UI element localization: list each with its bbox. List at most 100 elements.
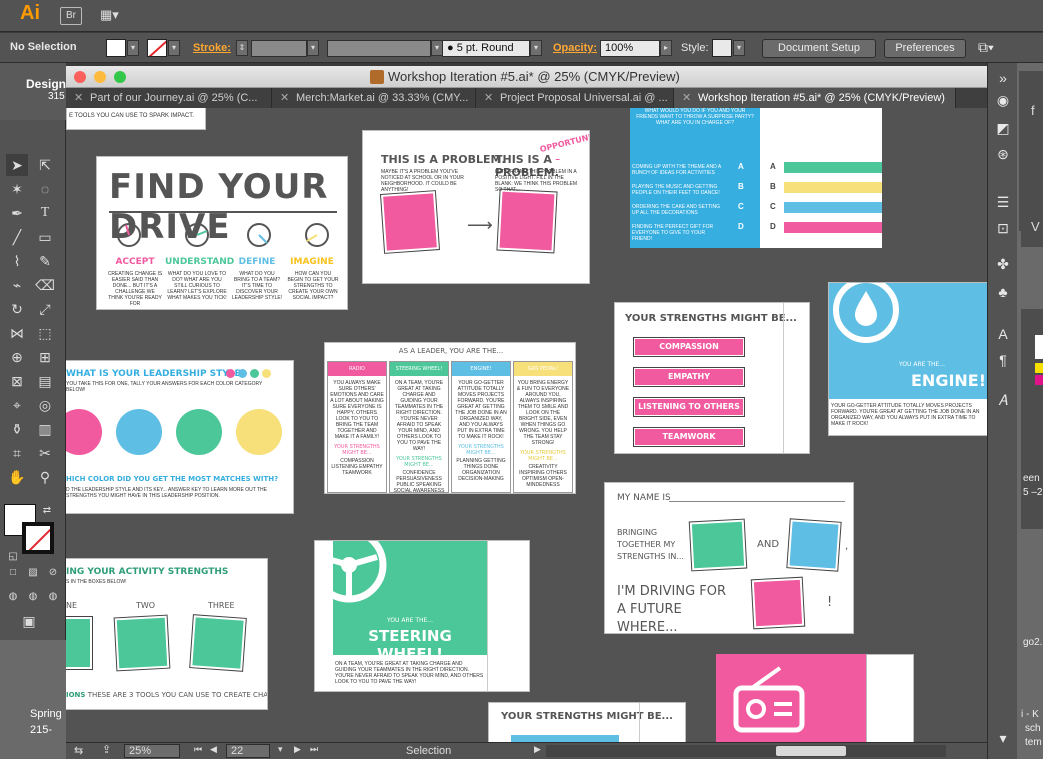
- symbol-sprayer-tool-icon[interactable]: ⚱: [6, 418, 28, 440]
- selection-tool-icon[interactable]: ➤: [6, 154, 28, 176]
- column-graph-tool-icon[interactable]: ▥: [34, 418, 56, 440]
- opentype-panel-icon[interactable]: 𝐴: [994, 393, 1012, 411]
- first-artboard-icon[interactable]: ⏮: [194, 744, 202, 755]
- paintbrush-tool-icon[interactable]: ⌇: [6, 250, 28, 272]
- fill-dropdown-icon[interactable]: ▾: [127, 40, 139, 56]
- direct-selection-tool-icon[interactable]: ⇱: [34, 154, 56, 176]
- tab-close-icon[interactable]: ✕: [280, 88, 289, 108]
- brush-definition-field[interactable]: ● 5 pt. Round: [442, 40, 530, 57]
- symbols-panel-icon[interactable]: ♣: [994, 283, 1012, 301]
- preferences-button[interactable]: Preferences: [884, 39, 966, 58]
- zoom-tool-icon[interactable]: ⚲: [34, 466, 56, 488]
- stroke-weight-dropdown-icon[interactable]: ▾: [307, 40, 319, 56]
- close-window-button[interactable]: [74, 71, 86, 83]
- magic-wand-tool-icon[interactable]: ✶: [6, 178, 28, 200]
- artboard-quiz[interactable]: WHAT WOULD YOU DO IF YOU AND YOUR FRIEND…: [630, 108, 882, 248]
- horizontal-scrollbar[interactable]: [546, 745, 946, 757]
- artboard-steering-wheel[interactable]: YOU ARE THE... STEERING WHEEL! ON A TEAM…: [314, 540, 530, 692]
- paragraph-panel-icon[interactable]: ¶: [994, 351, 1012, 369]
- color-panel-icon[interactable]: ◉: [994, 91, 1012, 109]
- screen-mode-icon[interactable]: ▣: [18, 610, 40, 632]
- swap-fill-stroke-icon[interactable]: ⇄: [36, 500, 58, 522]
- stroke-label[interactable]: Stroke:: [193, 42, 231, 54]
- zoom-level-field[interactable]: 25%: [124, 744, 180, 758]
- rectangle-tool-icon[interactable]: ▭: [34, 226, 56, 248]
- artboard-strengths[interactable]: YOUR STRENGTHS MIGHT BE... COMPASSION EM…: [614, 302, 810, 454]
- next-artboard-icon[interactable]: ▶: [294, 744, 301, 755]
- character-panel-icon[interactable]: A: [994, 325, 1012, 343]
- variable-width-profile[interactable]: [327, 40, 431, 57]
- artboard-leadership-style[interactable]: WHAT IS YOUR LEADERSHIP STYLE? YOU TAKE …: [66, 360, 294, 514]
- artboard-top-strip[interactable]: E TOOLS YOU CAN USE TO SPARK IMPACT.: [66, 108, 206, 130]
- tab-part-of-our-journey[interactable]: ✕ Part of our Journey.ai @ 25% (C...: [66, 88, 272, 108]
- stroke-dropdown-icon[interactable]: ▾: [168, 40, 180, 56]
- collapse-panels-icon[interactable]: »: [994, 69, 1012, 87]
- zoom-window-button[interactable]: [114, 71, 126, 83]
- scale-tool-icon[interactable]: ⤢: [34, 298, 56, 320]
- artboard-find-your-drive[interactable]: FIND YOUR DRIVE ACCEPT UNDERSTAND DEFINE…: [96, 156, 348, 310]
- blob-brush-tool-icon[interactable]: ⌁: [6, 274, 28, 296]
- document-setup-button[interactable]: Document Setup: [762, 39, 876, 58]
- draw-normal-icon[interactable]: ◍: [2, 586, 24, 608]
- slice-tool-icon[interactable]: ✂: [34, 442, 56, 464]
- draw-behind-icon[interactable]: ◍: [22, 586, 44, 608]
- pen-tool-icon[interactable]: ✒: [6, 202, 28, 224]
- horizontal-scroll-thumb[interactable]: [776, 746, 846, 756]
- blend-tool-icon[interactable]: ◎: [34, 394, 56, 416]
- artboard-my-name[interactable]: MY NAME IS BRINGING TOGETHER MY STRENGTH…: [604, 482, 854, 634]
- lasso-tool-icon[interactable]: ◌: [34, 178, 56, 200]
- artboard-radio[interactable]: [716, 654, 914, 742]
- tab-merch-market[interactable]: ✕ Merch:Market.ai @ 33.33% (CMY...: [272, 88, 476, 108]
- previous-artboard-icon[interactable]: ◀: [210, 744, 217, 755]
- last-artboard-icon[interactable]: ⏭: [310, 744, 318, 755]
- shape-builder-tool-icon[interactable]: ⊕: [6, 346, 28, 368]
- color-mode-icon[interactable]: □: [2, 562, 24, 584]
- stroke-panel-icon[interactable]: ☰: [994, 193, 1012, 211]
- artboard-dropdown-icon[interactable]: ▾: [278, 744, 283, 755]
- dock-scroll-down-icon[interactable]: ▾: [994, 729, 1012, 747]
- color-guide-icon[interactable]: ◩: [994, 119, 1012, 137]
- rotate-tool-icon[interactable]: ↻: [6, 298, 28, 320]
- gradient-panel-icon[interactable]: ⊡: [994, 219, 1012, 237]
- pencil-tool-icon[interactable]: ✎: [34, 250, 56, 272]
- minimize-window-button[interactable]: [94, 71, 106, 83]
- opacity-field[interactable]: 100%: [600, 40, 660, 57]
- arrange-icon[interactable]: ⧉▾: [978, 39, 994, 56]
- type-tool-icon[interactable]: T: [34, 202, 56, 224]
- arrange-documents-icon[interactable]: ▦▾: [100, 7, 126, 25]
- stroke-weight-field[interactable]: [251, 40, 307, 57]
- swatches-panel-icon[interactable]: ⊛: [994, 145, 1012, 163]
- perspective-grid-tool-icon[interactable]: ⊞: [34, 346, 56, 368]
- fill-swatch[interactable]: [106, 39, 126, 57]
- status-menu-icon[interactable]: ▶: [534, 744, 541, 755]
- artboard-number-field[interactable]: 22: [226, 744, 270, 758]
- eyedropper-tool-icon[interactable]: ⌖: [6, 394, 28, 416]
- tab-close-icon[interactable]: ✕: [74, 88, 83, 108]
- tab-close-icon[interactable]: ✕: [484, 88, 493, 108]
- opacity-dropdown-icon[interactable]: ▸: [660, 40, 672, 56]
- tab-project-proposal[interactable]: ✕ Project Proposal Universal.ai @ ...: [476, 88, 674, 108]
- hand-tool-icon[interactable]: ✋: [6, 466, 28, 488]
- artboard-engine[interactable]: YOU ARE THE... ENGINE! YOUR GO-GETTER AT…: [828, 282, 987, 436]
- graphic-style-swatch[interactable]: [712, 39, 732, 57]
- opacity-label[interactable]: Opacity:: [553, 42, 597, 54]
- style-dropdown-icon[interactable]: ▾: [733, 40, 745, 56]
- artboard-problem[interactable]: THIS IS A PROBLEM. MAYBE IT'S A PROBLEM …: [362, 130, 590, 284]
- tab-close-icon[interactable]: ✕: [682, 88, 691, 108]
- artboard-nav-icon[interactable]: ⇆: [74, 744, 83, 757]
- stroke-swatch[interactable]: [147, 39, 167, 57]
- bridge-button[interactable]: Br: [60, 7, 82, 25]
- gradient-mode-icon[interactable]: ▨: [22, 562, 44, 584]
- gradient-tool-icon[interactable]: ▤: [34, 370, 56, 392]
- artboard-tool-icon[interactable]: ⌗: [6, 442, 28, 464]
- artboard-strengths-bottom[interactable]: YOUR STRENGTHS MIGHT BE...: [488, 702, 686, 742]
- brushes-panel-icon[interactable]: ✤: [994, 255, 1012, 273]
- mesh-tool-icon[interactable]: ⊠: [6, 370, 28, 392]
- brush-dropdown-icon[interactable]: ▾: [530, 40, 542, 56]
- eraser-tool-icon[interactable]: ⌫: [34, 274, 56, 296]
- width-tool-icon[interactable]: ⋈: [6, 322, 28, 344]
- artboard-activity-strengths[interactable]: ING YOUR ACTIVITY STRENGTHS S IN THE BOX…: [66, 558, 268, 710]
- artboard-canvas[interactable]: E TOOLS YOU CAN USE TO SPARK IMPACT. FIN…: [66, 108, 987, 742]
- draw-inside-icon[interactable]: ◍: [42, 586, 64, 608]
- tab-workshop-iteration[interactable]: ✕ Workshop Iteration #5.ai* @ 25% (CMYK/…: [674, 88, 956, 108]
